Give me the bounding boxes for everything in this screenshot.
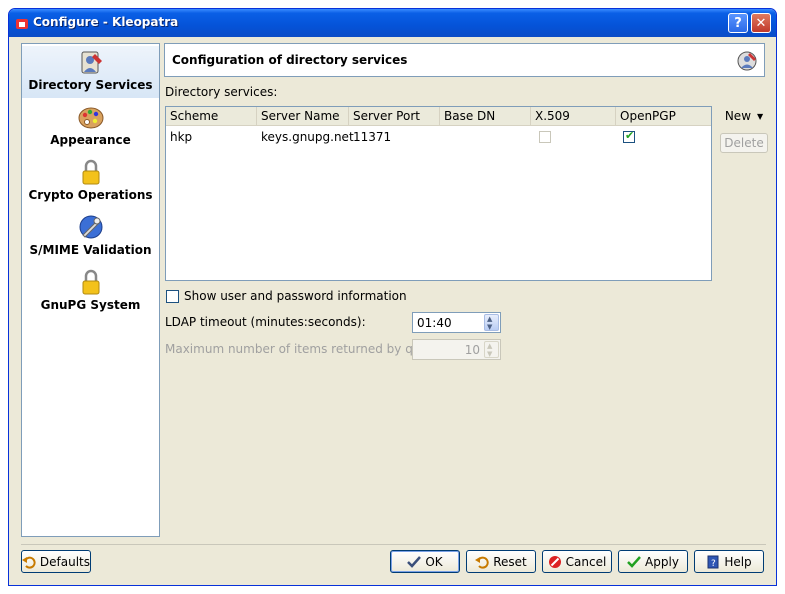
close-button[interactable]: ✕ <box>751 13 771 33</box>
delete-button[interactable]: Delete <box>720 133 768 153</box>
reset-button[interactable]: Reset <box>466 550 536 573</box>
column-header-x509[interactable]: X.509 <box>531 107 616 126</box>
column-header-scheme[interactable]: Scheme <box>166 107 257 126</box>
sidebar-item-label: GnuPG System <box>40 298 141 312</box>
max-items-label: Maximum number of items returned by quer… <box>165 342 443 356</box>
column-header-server-port[interactable]: Server Port <box>349 107 440 126</box>
checkmark-icon <box>407 555 422 568</box>
directory-services-icon <box>81 51 102 74</box>
spin-up-icon: ▲ <box>487 315 493 323</box>
directory-services-table[interactable]: Scheme Server Name Server Port Base DN X… <box>165 106 712 281</box>
help-label: Help <box>724 554 752 569</box>
sidebar-item-label: S/MIME Validation <box>29 243 152 257</box>
defaults-button[interactable]: Defaults <box>21 550 91 573</box>
undo-icon <box>22 556 36 569</box>
directory-services-label: Directory services: <box>165 85 278 99</box>
show-user-password-checkbox[interactable] <box>166 290 179 303</box>
spin-down-icon: ▼ <box>487 323 493 331</box>
palette-icon <box>78 107 104 129</box>
ok-button[interactable]: OK <box>390 550 460 573</box>
apply-label: Apply <box>645 554 679 569</box>
kleopatra-app-icon <box>16 19 28 29</box>
sidebar: Directory Services Appearance Crypto Ope… <box>21 43 160 537</box>
sidebar-item-label: Appearance <box>50 133 131 147</box>
column-header-openpgp[interactable]: OpenPGP <box>616 107 711 126</box>
new-button[interactable]: New ▼ <box>720 106 768 126</box>
defaults-label: Defaults <box>39 554 90 569</box>
title-bar[interactable]: Configure - Kleopatra ? ✕ <box>9 9 776 37</box>
checkmark-icon: ✔ <box>625 129 635 142</box>
openpgp-checkbox[interactable]: ✔ <box>623 129 635 143</box>
ldap-timeout-label: LDAP timeout (minutes:seconds): <box>165 315 366 329</box>
help-title-button[interactable]: ? <box>728 13 748 33</box>
column-header-base-dn[interactable]: Base DN <box>440 107 531 126</box>
directory-services-icon <box>737 51 757 71</box>
page-title: Configuration of directory services <box>172 53 408 67</box>
ldap-timeout-spinbox[interactable]: 01:40 ▲ ▼ <box>412 312 501 333</box>
window-title: Configure - Kleopatra <box>33 15 179 29</box>
column-header-server-name[interactable]: Server Name <box>257 107 349 126</box>
new-button-label: New <box>724 109 752 123</box>
sidebar-item-gnupg-system[interactable]: GnuPG System <box>22 266 159 318</box>
sidebar-item-label: Directory Services <box>28 78 153 92</box>
show-user-password-label: Show user and password information <box>184 289 407 303</box>
x509-checkbox[interactable] <box>539 131 551 143</box>
help-button[interactable]: ? Help <box>694 550 764 573</box>
cancel-button[interactable]: Cancel <box>542 550 612 573</box>
sidebar-item-directory-services[interactable]: Directory Services <box>22 46 159 98</box>
cell-server-port[interactable]: 11371 <box>349 129 391 145</box>
max-items-value: 10 <box>464 343 480 357</box>
max-items-spinbox[interactable]: 10 ▲ ▼ <box>412 339 501 360</box>
ldap-timeout-value: 01:40 <box>417 316 452 330</box>
help-book-icon: ? <box>707 555 719 569</box>
apply-button[interactable]: Apply <box>618 550 688 573</box>
cell-scheme[interactable]: hkp <box>166 129 192 145</box>
cell-base-dn[interactable] <box>440 129 444 145</box>
reset-label: Reset <box>493 554 527 569</box>
cancel-icon <box>548 555 561 568</box>
padlock-icon <box>82 269 100 295</box>
undo-icon <box>475 556 489 569</box>
spin-arrows[interactable]: ▲ ▼ <box>484 314 499 331</box>
padlock-icon <box>82 159 100 185</box>
svg-text:?: ? <box>711 559 716 569</box>
sidebar-item-label: Crypto Operations <box>28 188 153 202</box>
sidebar-item-crypto-operations[interactable]: Crypto Operations <box>22 156 159 208</box>
spin-up-icon: ▲ <box>487 342 493 350</box>
page-header: Configuration of directory services <box>164 43 765 77</box>
cancel-label: Cancel <box>565 554 607 569</box>
separator <box>21 544 766 545</box>
dropdown-arrow-icon: ▼ <box>757 111 764 121</box>
checkmark-icon <box>627 555 641 568</box>
smime-validation-icon <box>79 215 103 239</box>
spin-down-icon: ▼ <box>487 350 493 358</box>
table-header: Scheme Server Name Server Port Base DN X… <box>166 107 711 126</box>
sidebar-item-smime-validation[interactable]: S/MIME Validation <box>22 211 159 263</box>
cell-server-name[interactable]: keys.gnupg.net <box>257 129 354 145</box>
ok-label: OK <box>425 554 443 569</box>
configure-dialog: Configure - Kleopatra ? ✕ Directory Serv… <box>8 8 777 586</box>
spin-arrows[interactable]: ▲ ▼ <box>484 341 499 358</box>
sidebar-item-appearance[interactable]: Appearance <box>22 101 159 153</box>
